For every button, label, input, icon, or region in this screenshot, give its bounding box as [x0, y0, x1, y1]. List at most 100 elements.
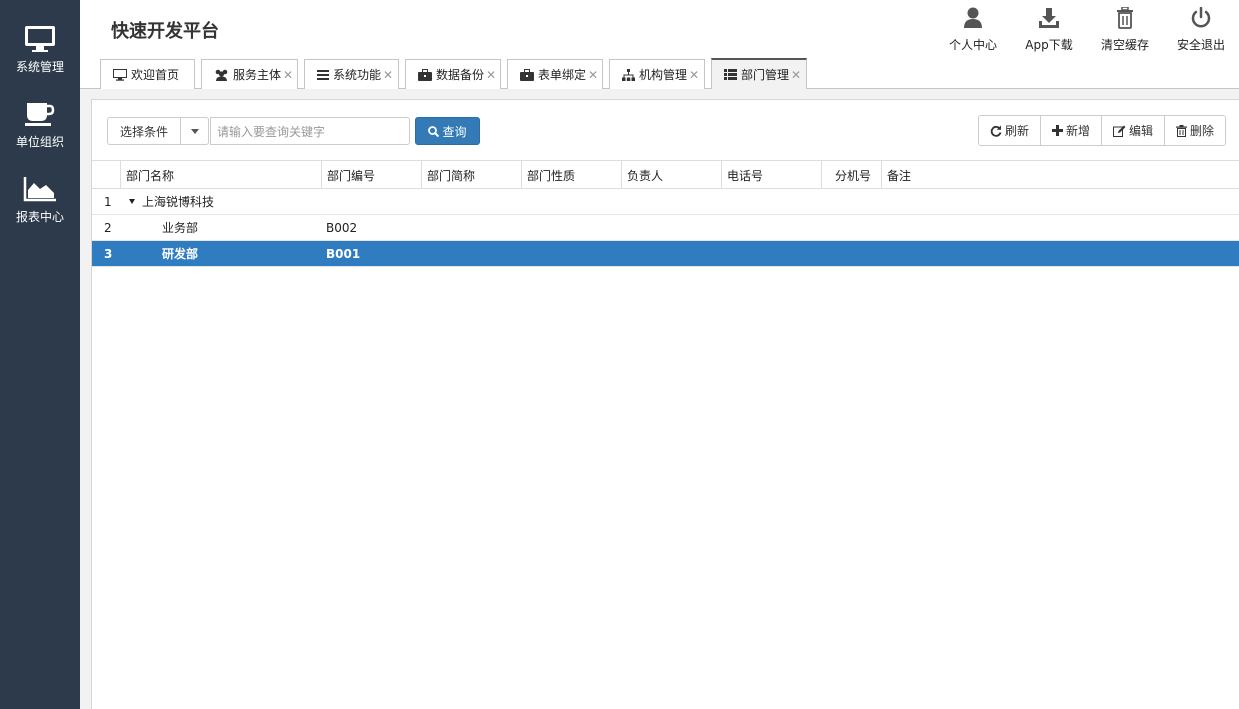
app-download-button[interactable]: App下载: [1011, 6, 1087, 53]
caret-down-icon[interactable]: [181, 118, 208, 144]
tab-label: 部门管理: [741, 68, 790, 82]
query-button-label: 查询: [442, 124, 467, 139]
trash-icon: [1116, 6, 1134, 30]
tab-label: 机构管理: [639, 68, 688, 82]
table-row[interactable]: 3 研发部 B001: [92, 241, 1239, 267]
sidebar-item-unit-organization[interactable]: 单位组织: [0, 75, 80, 150]
trash-icon: [1175, 124, 1187, 137]
refresh-icon: [990, 125, 1002, 137]
column-header[interactable]: 分机号: [821, 161, 881, 189]
column-header[interactable]: 部门名称: [120, 161, 321, 189]
edit-icon: [1112, 125, 1126, 137]
download-icon: [1038, 6, 1060, 30]
monitor-icon: [24, 24, 56, 54]
add-label: 新增: [1065, 124, 1090, 138]
tab-system-functions[interactable]: 系统功能 ✕: [304, 59, 399, 89]
sidebar-item-label: 报表中心: [15, 210, 64, 224]
tab-service-entity[interactable]: 服务主体 ✕: [201, 59, 298, 89]
tab-form-binding[interactable]: 表单绑定 ✕: [507, 59, 603, 89]
personal-center-button[interactable]: 个人中心: [935, 6, 1011, 53]
desktop-icon: [113, 68, 127, 81]
close-icon[interactable]: ✕: [588, 68, 598, 82]
app-title: 快速开发平台: [111, 21, 219, 42]
tab-label: 表单绑定: [538, 68, 587, 82]
clear-cache-label: 清空缓存: [1100, 38, 1149, 52]
briefcase-icon: [418, 68, 432, 81]
close-icon[interactable]: ✕: [791, 68, 801, 82]
delete-label: 删除: [1189, 124, 1214, 138]
header-actions: 个人中心 App下载 清空缓存 安全退出: [935, 6, 1239, 53]
tab-data-backup[interactable]: 数据备份 ✕: [405, 59, 501, 89]
briefcase-icon: [520, 68, 534, 81]
app-download-label: App下载: [1025, 38, 1073, 52]
row-number: 2: [104, 220, 112, 235]
condition-select-label: 选择条件: [108, 118, 181, 144]
users-icon: [214, 69, 229, 81]
close-icon[interactable]: ✕: [689, 68, 699, 82]
close-icon[interactable]: ✕: [486, 68, 496, 82]
department-tree-grid: 部门名称 部门编号 部门简称 部门性质 负责人 电话号 分机号 备注 1 上海锐…: [92, 160, 1239, 267]
department-name-cell: 上海锐博科技: [120, 189, 321, 214]
coffee-cup-icon: [25, 99, 55, 129]
sitemap-icon: [622, 68, 635, 81]
clear-cache-button[interactable]: 清空缓存: [1087, 6, 1163, 53]
sidebar-item-report-center[interactable]: 报表中心: [0, 150, 80, 225]
action-button-group: 刷新 新增 编辑 删除: [977, 115, 1226, 146]
toolbar: 选择条件 请输入要查询关键字 查询 刷新 新增 编辑 删除: [92, 100, 1239, 160]
refresh-label: 刷新: [1004, 124, 1029, 138]
area-chart-icon: [23, 174, 57, 204]
logout-button[interactable]: 安全退出: [1163, 6, 1239, 53]
grid-header: 部门名称 部门编号 部门简称 部门性质 负责人 电话号 分机号 备注: [92, 160, 1239, 189]
tab-department-management[interactable]: 部门管理 ✕: [711, 58, 807, 89]
sidebar-item-system-management[interactable]: 系统管理: [0, 0, 80, 75]
column-header[interactable]: 负责人: [621, 161, 721, 189]
close-icon[interactable]: ✕: [383, 68, 393, 82]
search-icon: [428, 125, 440, 137]
sidebar-item-label: 单位组织: [15, 135, 64, 149]
refresh-button[interactable]: 刷新: [978, 116, 1040, 145]
column-header[interactable]: 部门性质: [521, 161, 621, 189]
delete-button[interactable]: 删除: [1163, 116, 1225, 145]
tab-welcome[interactable]: 欢迎首页: [100, 59, 195, 89]
logout-label: 安全退出: [1176, 38, 1225, 52]
department-code: [321, 189, 421, 214]
tab-label: 服务主体: [233, 68, 282, 82]
query-button[interactable]: 查询: [415, 117, 480, 145]
power-icon: [1190, 6, 1212, 30]
tab-bar: 欢迎首页 服务主体 ✕ 系统功能 ✕ 数据备份 ✕ 表单绑定 ✕ 机构管理 ✕ …: [80, 58, 1239, 89]
department-name: 上海锐博科技: [142, 195, 215, 209]
sidebar: 系统管理 单位组织 报表中心: [0, 0, 80, 709]
edit-label: 编辑: [1128, 124, 1153, 138]
tab-label: 欢迎首页: [131, 68, 180, 82]
table-row[interactable]: 1 上海锐博科技: [92, 189, 1239, 215]
department-panel: 选择条件 请输入要查询关键字 查询 刷新 新增 编辑 删除 部门名称 部门编号 …: [91, 99, 1239, 709]
column-header[interactable]: 部门编号: [321, 161, 421, 189]
column-header[interactable]: 部门简称: [421, 161, 521, 189]
column-header[interactable]: 备注: [881, 161, 1222, 189]
th-list-icon: [724, 69, 737, 80]
sidebar-item-label: 系统管理: [15, 60, 64, 74]
caret-down-icon[interactable]: [129, 199, 135, 204]
plus-icon: [1051, 125, 1063, 136]
search-input[interactable]: 请输入要查询关键字: [210, 117, 410, 145]
column-header[interactable]: 电话号: [721, 161, 821, 189]
top-header: 快速开发平台 个人中心 App下载 清空缓存 安全退出: [80, 0, 1239, 58]
edit-button[interactable]: 编辑: [1100, 116, 1164, 145]
close-icon[interactable]: ✕: [283, 68, 293, 82]
department-code: B001: [326, 246, 361, 261]
list-icon: [317, 69, 329, 80]
personal-center-label: 个人中心: [948, 38, 997, 52]
tab-label: 数据备份: [436, 68, 485, 82]
table-row[interactable]: 2 业务部 B002: [92, 215, 1239, 241]
condition-select[interactable]: 选择条件: [107, 117, 209, 145]
department-code: B002: [326, 220, 358, 235]
tab-label: 系统功能: [333, 68, 382, 82]
row-number: 1: [104, 194, 112, 209]
row-number: 3: [104, 246, 113, 261]
user-icon: [963, 6, 983, 30]
tab-organization-management[interactable]: 机构管理 ✕: [609, 59, 705, 89]
department-name: 业务部: [162, 221, 199, 235]
rownum-header: [92, 161, 120, 189]
department-name: 研发部: [162, 247, 199, 261]
add-button[interactable]: 新增: [1039, 116, 1101, 145]
